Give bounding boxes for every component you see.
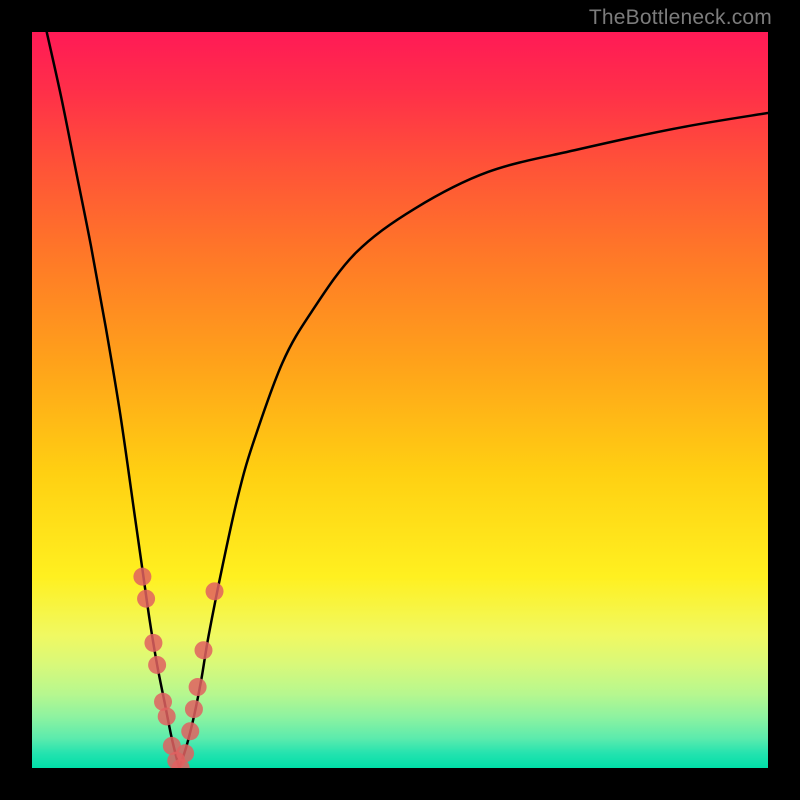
- curve-overlay: [32, 32, 768, 768]
- sample-dot: [148, 656, 166, 674]
- sample-dot: [144, 634, 162, 652]
- plot-area: [32, 32, 768, 768]
- chart-frame: TheBottleneck.com: [0, 0, 800, 800]
- sample-dot: [176, 744, 194, 762]
- sample-dot: [137, 590, 155, 608]
- sample-dot: [206, 582, 224, 600]
- sample-dot: [158, 707, 176, 725]
- sample-dot: [181, 722, 199, 740]
- sample-dot: [189, 678, 207, 696]
- sample-dot: [185, 700, 203, 718]
- sample-dot: [194, 641, 212, 659]
- curve-right-branch: [179, 113, 768, 768]
- sample-dots: [133, 568, 223, 768]
- watermark-text: TheBottleneck.com: [589, 6, 772, 30]
- sample-dot: [133, 568, 151, 586]
